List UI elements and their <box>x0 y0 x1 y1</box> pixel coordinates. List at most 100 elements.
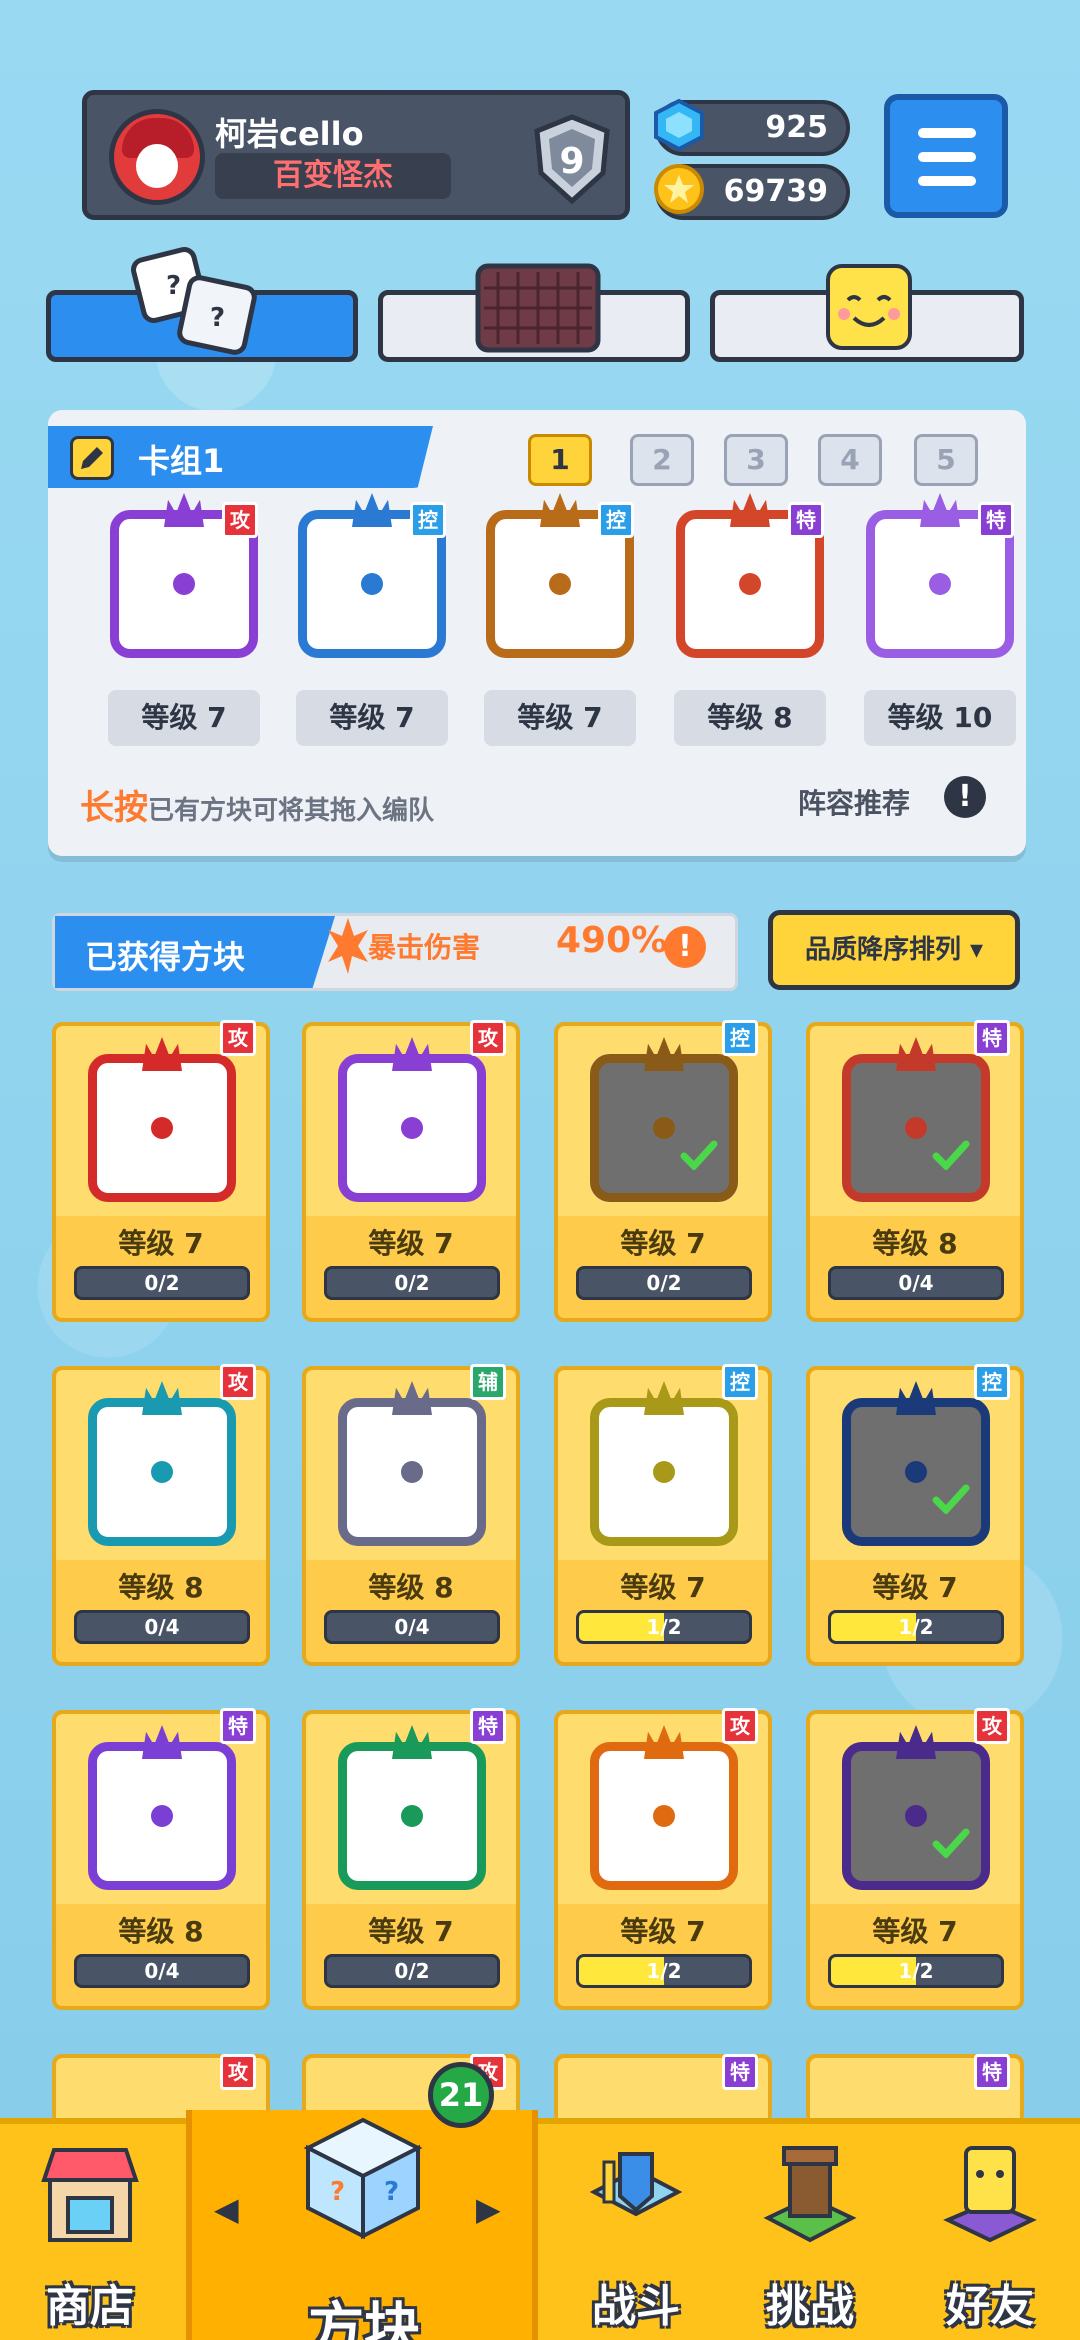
crit-info-icon[interactable]: ! <box>664 926 706 968</box>
owned-block-icon <box>842 1381 990 1546</box>
info-icon[interactable]: ! <box>944 776 986 818</box>
owned-block-card[interactable]: 等级 8 0/4 <box>52 1710 270 2010</box>
hint-emphasis: 长按 <box>80 788 148 828</box>
avatar[interactable] <box>109 109 205 205</box>
lineup-recommend-button[interactable]: 阵容推荐 <box>798 782 910 822</box>
nav-prev-arrow[interactable]: ◀ <box>214 2190 239 2228</box>
owned-block-card[interactable]: 等级 7 1/2 <box>554 1710 772 2010</box>
nav-shop-label: 商店 <box>46 2281 134 2332</box>
hint-text: 已有方块可将其拖入编队 <box>148 796 435 826</box>
player-name: 柯岩cello <box>215 115 364 153</box>
owned-block-icon <box>338 1037 486 1202</box>
nav-shop[interactable]: 商店 <box>0 2130 180 2340</box>
challenge-tower-icon <box>763 2146 857 2243</box>
owned-block-icon <box>88 1725 236 1890</box>
upgrade-progress-text: 1/2 <box>646 1959 682 1983</box>
shop-icon <box>41 2148 139 2242</box>
owned-block-type-tag: 控 <box>722 1020 758 1056</box>
upgrade-progress-bar: 1/2 <box>576 1954 752 1988</box>
upgrade-progress-bar: 0/2 <box>324 1266 500 1300</box>
upgrade-progress-text: 0/2 <box>144 1271 180 1295</box>
nav-blocks-label: 方块 <box>308 2297 420 2340</box>
gem-icon <box>654 98 704 152</box>
owned-block-type-tag: 攻 <box>974 1708 1010 1744</box>
owned-block-type-tag: 特 <box>974 1020 1010 1056</box>
nav-next-arrow[interactable]: ▶ <box>476 2190 501 2228</box>
equipped-check-icon <box>680 1140 718 1170</box>
deck-block-level: 等级 10 <box>864 690 1016 746</box>
mystery-cube-icon: ? ? <box>303 2117 423 2240</box>
owned-block-level: 等级 8 <box>872 1227 958 1260</box>
owned-block-card[interactable]: 等级 7 0/2 <box>52 1022 270 1322</box>
owned-block-type-tag: 特 <box>722 2054 758 2090</box>
owned-block-type-tag: 特 <box>220 1708 256 1744</box>
owned-block-type-tag: 辅 <box>470 1364 506 1400</box>
svg-text:?: ? <box>166 271 181 301</box>
deck-block-level: 等级 7 <box>296 690 448 746</box>
owned-block-type-tag: 攻 <box>470 1020 506 1056</box>
edit-pencil-icon[interactable] <box>70 436 114 480</box>
svg-text:?: ? <box>384 2177 399 2207</box>
owned-block-type-tag: 攻 <box>722 1708 758 1744</box>
deck-block-level: 等级 7 <box>108 690 260 746</box>
upgrade-progress-bar: 0/4 <box>324 1610 500 1644</box>
upgrade-progress-text: 0/4 <box>898 1271 934 1295</box>
owned-block-type-tag: 攻 <box>220 1020 256 1056</box>
upgrade-progress-text: 1/2 <box>898 1959 934 1983</box>
upgrade-progress-bar: 0/2 <box>576 1266 752 1300</box>
owned-block-level: 等级 8 <box>118 1915 204 1948</box>
owned-block-icon <box>338 1725 486 1890</box>
owned-block-card[interactable]: 等级 7 0/2 <box>554 1022 772 1322</box>
deck-slot-5[interactable]: 5 <box>914 434 978 486</box>
upgrade-progress-bar: 0/4 <box>74 1610 250 1644</box>
owned-block-card[interactable]: 等级 7 1/2 <box>554 1366 772 1666</box>
nav-blocks[interactable]: ? ? 方块 <box>274 2117 454 2340</box>
deck-slot-1[interactable]: 1 <box>528 434 592 486</box>
sort-dropdown[interactable]: 品质降序排列 ▾ <box>768 910 1020 990</box>
deck-title: 卡组1 <box>138 442 225 480</box>
owned-block-card[interactable]: 等级 7 1/2 <box>806 1366 1024 1666</box>
deck-block-type-tag: 特 <box>788 502 824 538</box>
owned-block-level: 等级 7 <box>368 1915 454 1948</box>
upgrade-progress-text: 1/2 <box>898 1615 934 1639</box>
upgrade-progress-bar: 0/4 <box>74 1954 250 1988</box>
owned-block-icon <box>338 1381 486 1546</box>
deck-title-bar: 卡组1 <box>48 426 433 488</box>
deck-block-type-tag: 特 <box>978 502 1014 538</box>
deck-slot-2[interactable]: 2 <box>630 434 694 486</box>
upgrade-progress-text: 0/4 <box>144 1615 180 1639</box>
nav-challenge[interactable]: 挑战 <box>720 2130 900 2340</box>
owned-block-card[interactable]: 等级 7 0/2 <box>302 1710 520 2010</box>
deck-slot-4[interactable]: 4 <box>818 434 882 486</box>
upgrade-progress-text: 0/2 <box>394 1271 430 1295</box>
upgrade-progress-text: 0/4 <box>144 1959 180 1983</box>
owned-block-card[interactable]: 等级 8 0/4 <box>806 1022 1024 1322</box>
player-profile[interactable]: 柯岩cello 百变怪杰 9 <box>82 90 630 220</box>
owned-block-card[interactable]: 等级 7 1/2 <box>806 1710 1024 2010</box>
dice-icon: ? ? <box>131 247 257 355</box>
rank-shield-icon: 9 <box>534 114 610 205</box>
owned-block-icon <box>590 1725 738 1890</box>
friends-character-icon <box>943 2146 1037 2243</box>
recommend-label: 阵容推荐 <box>798 787 911 820</box>
owned-block-type-tag: 攻 <box>220 2054 256 2090</box>
owned-block-level: 等级 7 <box>118 1227 204 1260</box>
owned-block-type-tag: 攻 <box>220 1364 256 1400</box>
menu-button[interactable] <box>884 94 1008 218</box>
owned-block-card[interactable]: 等级 7 0/2 <box>302 1022 520 1322</box>
drag-hint: 长按已有方块可将其拖入编队 <box>80 780 434 829</box>
owned-block-level: 等级 8 <box>118 1571 204 1604</box>
board-grid-icon <box>475 263 601 353</box>
nav-battle[interactable]: 战斗 <box>546 2130 726 2340</box>
nav-friends[interactable]: 好友 <box>900 2130 1080 2340</box>
crit-value: 490% <box>556 920 668 961</box>
nav-friends-label: 好友 <box>946 2281 1034 2332</box>
deck-block-type-tag: 控 <box>410 502 446 538</box>
deck-slot-3[interactable]: 3 <box>724 434 788 486</box>
equipped-check-icon <box>932 1140 970 1170</box>
crit-label: 暴击伤害 <box>368 931 481 964</box>
player-title: 百变怪杰 <box>215 153 451 199</box>
owned-block-card[interactable]: 等级 8 0/4 <box>52 1366 270 1666</box>
owned-block-card[interactable]: 等级 8 0/4 <box>302 1366 520 1666</box>
owned-block-type-tag: 控 <box>722 1364 758 1400</box>
